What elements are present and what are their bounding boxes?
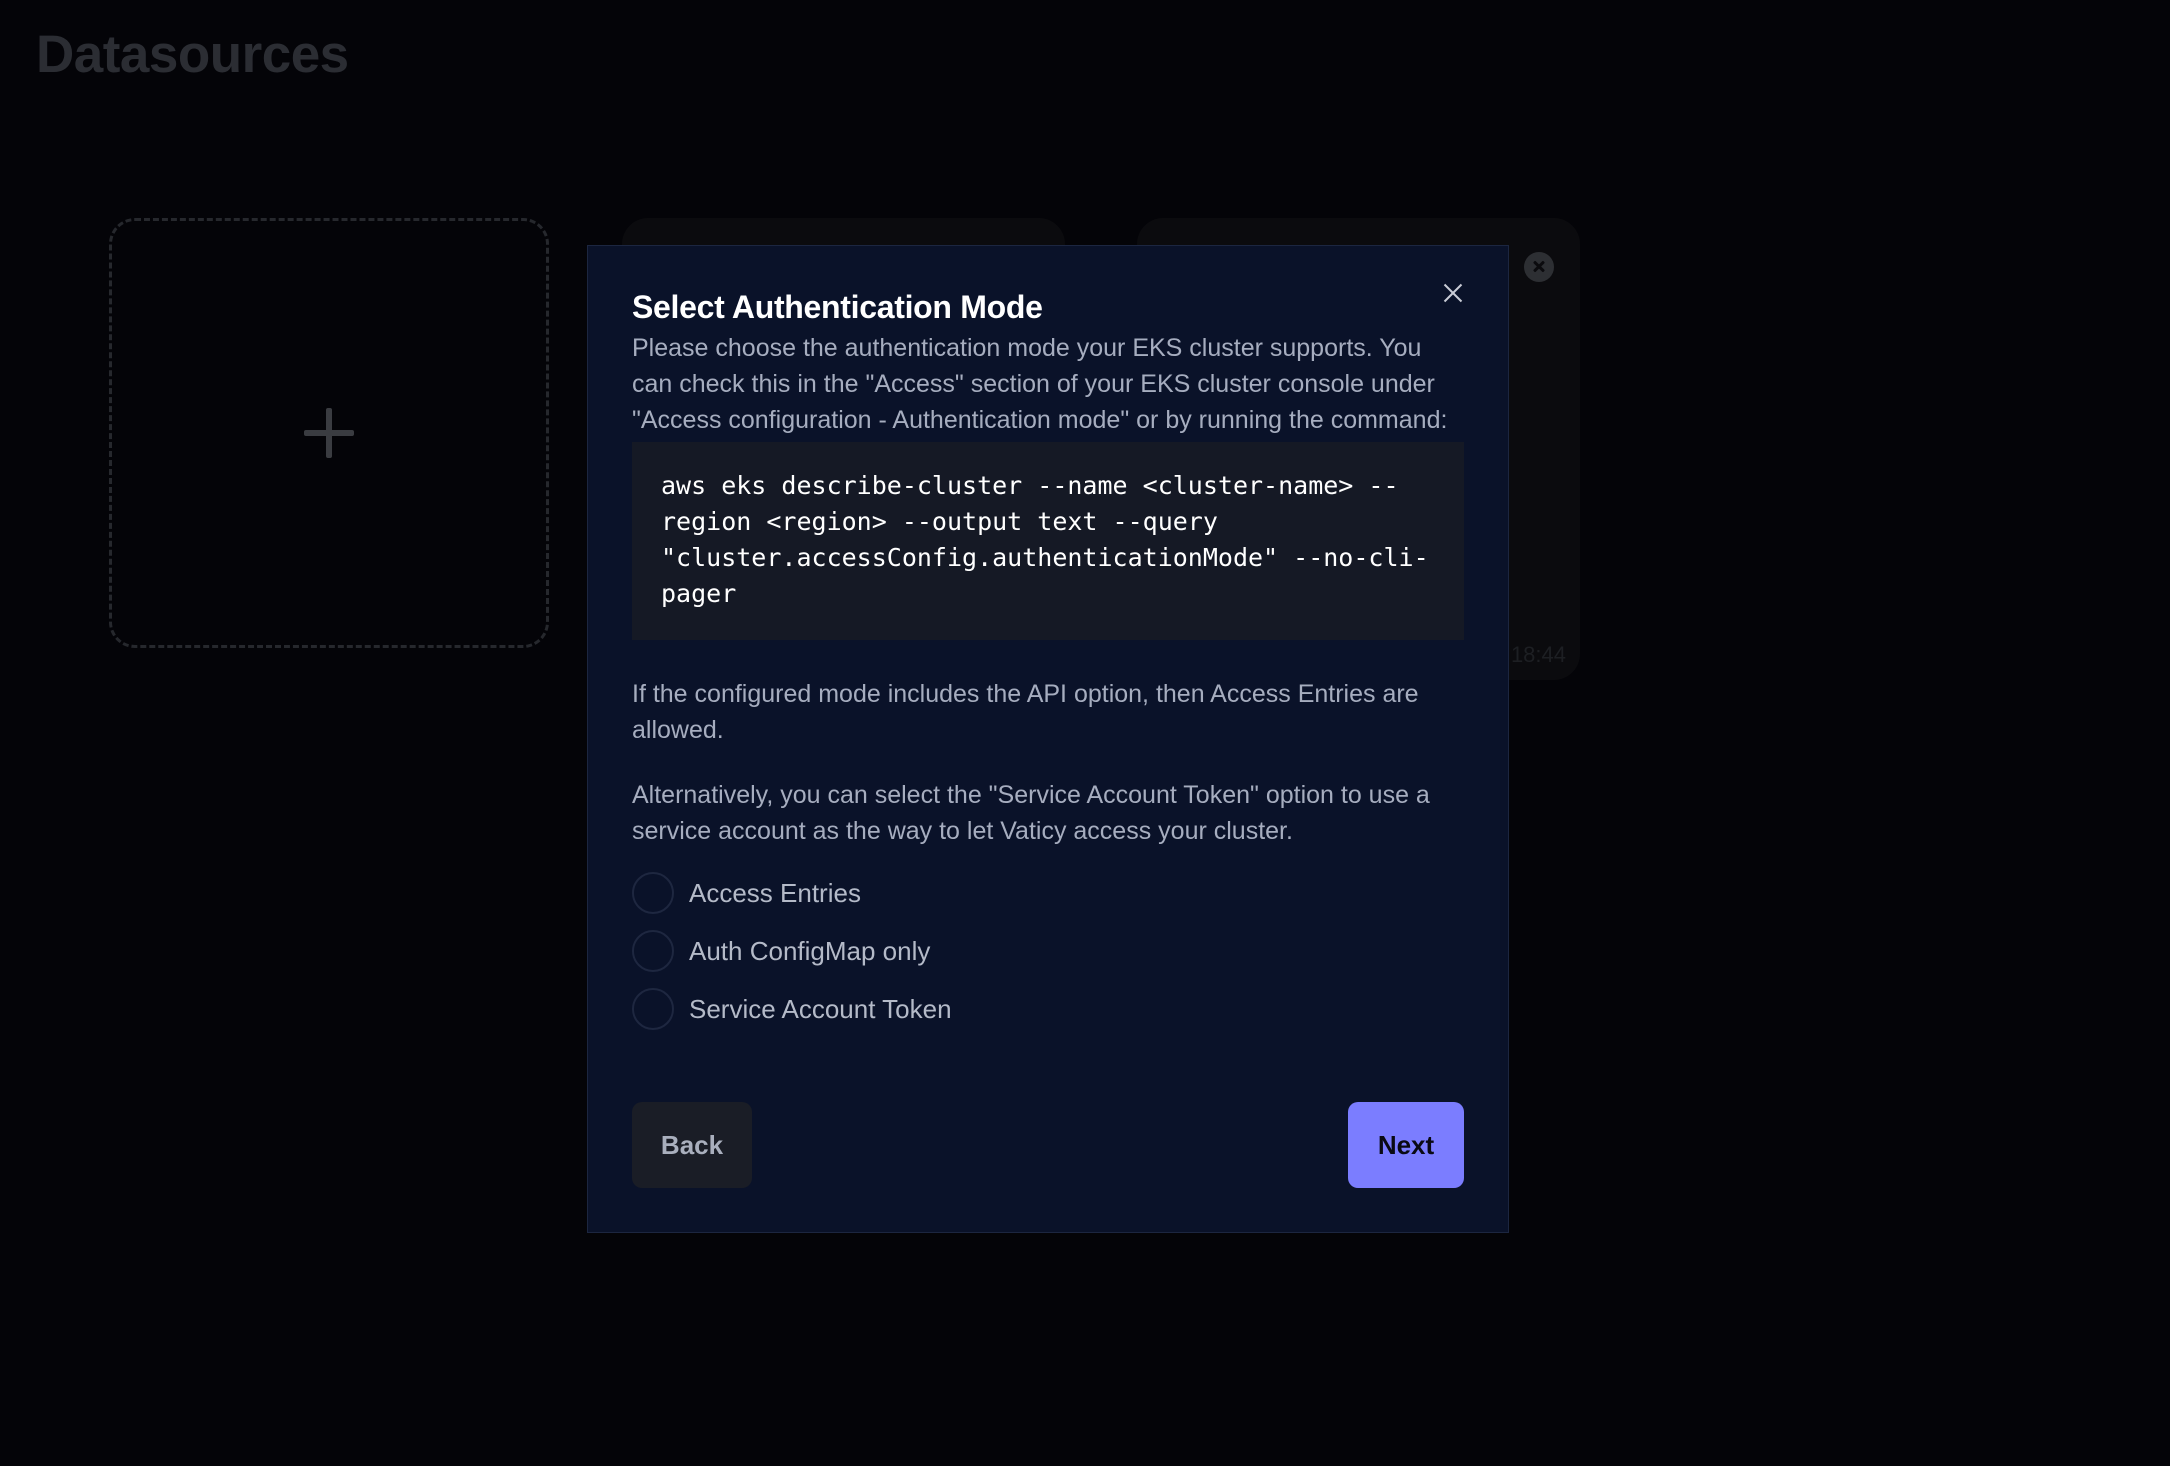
radio-button[interactable] (632, 930, 674, 972)
back-button[interactable]: Back (632, 1102, 752, 1188)
api-note-text: If the configured mode includes the API … (632, 680, 1419, 744)
radio-label: Auth ConfigMap only (689, 935, 931, 966)
page-title: Datasources (36, 25, 349, 84)
datasources-page: Datasources 18:44 Select Authentication … (0, 0, 2170, 1466)
radio-label: Service Account Token (689, 993, 952, 1024)
datasource-timestamp: 18:44 (1510, 642, 1566, 667)
auth-mode-modal: Select Authentication Mode Please choose… (587, 245, 1509, 1233)
plus-icon (304, 408, 354, 458)
modal-footer: Back Next (632, 1102, 1464, 1188)
remove-icon[interactable] (1524, 252, 1554, 282)
auth-mode-radio-group: Access Entries Auth ConfigMap only Servi… (632, 871, 1464, 1031)
next-button[interactable]: Next (1348, 1102, 1464, 1188)
radio-option-access-entries[interactable]: Access Entries (632, 871, 1464, 915)
radio-option-auth-configmap[interactable]: Auth ConfigMap only (632, 929, 1464, 973)
radio-label: Access Entries (689, 877, 861, 908)
add-datasource-card[interactable] (109, 218, 549, 648)
alternative-note-text: Alternatively, you can select the "Servi… (632, 781, 1430, 845)
close-icon[interactable] (1438, 278, 1468, 308)
radio-button[interactable] (632, 988, 674, 1030)
modal-intro-text: Please choose the authentication mode yo… (632, 334, 1448, 434)
modal-title: Select Authentication Mode (632, 289, 1043, 325)
command-code-block: aws eks describe-cluster --name <cluster… (632, 442, 1464, 640)
radio-option-service-account-token[interactable]: Service Account Token (632, 987, 1464, 1031)
radio-button[interactable] (632, 872, 674, 914)
